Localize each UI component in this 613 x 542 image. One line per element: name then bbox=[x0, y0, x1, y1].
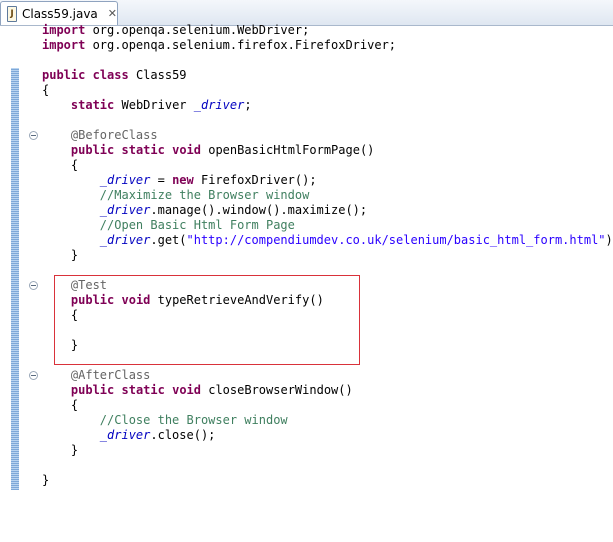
fold-toggle-icon[interactable] bbox=[29, 131, 38, 140]
overview-ruler bbox=[0, 26, 10, 542]
close-icon[interactable]: ✕ bbox=[108, 7, 117, 20]
change-indicator-bar bbox=[11, 68, 19, 172]
code-line: import org.openqa.selenium.firefox.Firef… bbox=[42, 38, 397, 52]
code-line: } bbox=[70, 443, 79, 457]
code-line: { bbox=[42, 83, 50, 97]
code-line: public static void closeBrowserWindow() bbox=[70, 383, 353, 397]
code-line: //Close the Browser window bbox=[99, 413, 288, 427]
code-line: import org.openqa.selenium.WebDriver; bbox=[42, 23, 310, 37]
code-line: public static void openBasicHtmlFormPage… bbox=[70, 143, 375, 157]
code-line: static WebDriver _driver; bbox=[70, 98, 252, 112]
code-line: } bbox=[70, 248, 79, 262]
code-line: _driver.close(); bbox=[99, 428, 216, 442]
code-line: } bbox=[42, 473, 50, 487]
code-line: { bbox=[70, 398, 79, 412]
code-line: //Maximize the Browser window bbox=[99, 188, 310, 202]
tab-title: Class59.java bbox=[21, 6, 98, 21]
code-line: _driver = new FirefoxDriver(); bbox=[99, 173, 317, 187]
change-indicator-bar bbox=[11, 172, 19, 490]
tab-class59-java[interactable]: J Class59.java ✕ bbox=[0, 1, 118, 25]
code-editor[interactable]: import org.openqa.selenium.WebDriver; im… bbox=[0, 23, 613, 542]
code-line: @BeforeClass bbox=[70, 128, 158, 142]
code-line: _driver.manage().window().maximize(); bbox=[99, 203, 368, 217]
test-method-highlight-box bbox=[54, 275, 360, 365]
fold-toggle-icon[interactable] bbox=[29, 371, 38, 380]
code-line: public class Class59 bbox=[42, 68, 187, 82]
code-line: @AfterClass bbox=[70, 368, 151, 382]
java-file-icon: J bbox=[7, 5, 17, 22]
code-line: //Open Basic Html Form Page bbox=[99, 218, 295, 232]
fold-toggle-icon[interactable] bbox=[29, 281, 38, 290]
code-line: { bbox=[70, 158, 79, 172]
code-line: _driver.get("http://compendiumdev.co.uk/… bbox=[99, 233, 613, 247]
